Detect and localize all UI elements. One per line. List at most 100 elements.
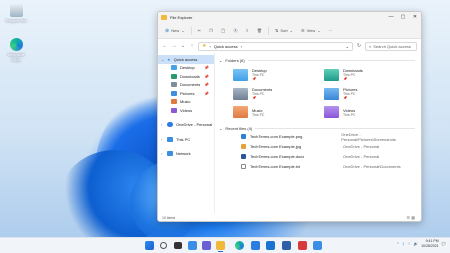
search-icon[interactable] [160,242,167,249]
recent-file-row[interactable]: TechTerms.com Example.jpg OneDrive - Per… [219,142,415,152]
notification-icon[interactable]: 💬 [442,242,446,246]
cut-button[interactable]: ✂ [196,27,203,34]
volume-icon[interactable]: 🔊 [414,242,418,246]
folder-tile-documents[interactable]: Documents This PC 📌 [233,87,324,100]
bluetooth-icon[interactable]: ᛒ [402,242,404,246]
folder-tile-downloads[interactable]: Downloads This PC 📌 [324,68,415,81]
new-label: New [171,28,180,33]
collapse-chevron-icon[interactable]: ⌄ [219,58,222,63]
chat-icon[interactable] [202,241,211,250]
nav-item-downloads[interactable]: Downloads 📌 [158,72,214,81]
back-arrow-icon[interactable]: ← [162,43,168,49]
file-explorer-icon[interactable] [216,241,225,250]
recent-locations-chevron-icon[interactable]: ⌄ [180,43,186,49]
nav-item-onedrive[interactable]: › OneDrive - Personal [158,121,214,130]
nav-item-pictures[interactable]: Pictures 📌 [158,89,214,98]
star-icon: ★ [167,56,171,62]
rename-button[interactable]: Ⓐ [232,27,240,35]
view-icon: ☰ [301,28,305,33]
more-options-button[interactable]: ··· [327,27,335,34]
nav-item-label: Pictures [180,90,195,96]
pin-icon: 📌 [343,77,348,81]
photos-icon[interactable] [313,241,322,250]
nav-item-music[interactable]: Music [158,98,214,107]
breadcrumb[interactable]: Quick access [214,44,238,49]
copy-button[interactable]: ❐ [207,27,215,34]
expand-chevron-icon[interactable]: › [161,122,162,127]
mail-icon[interactable] [266,241,275,250]
expand-chevron-icon[interactable]: ⌄ [161,57,164,62]
expand-chevron-icon[interactable]: › [161,151,162,156]
recent-file-row[interactable]: TechTerms.com Example.docx OneDrive - Pe… [219,152,415,162]
window-title: File Explorer [170,15,193,20]
delete-button[interactable]: 🗑 [255,27,264,34]
expand-chevron-icon[interactable]: › [161,137,162,142]
tiles-view-icon[interactable]: ▦ [411,215,415,220]
widgets-icon[interactable] [188,241,197,250]
nav-item-this-pc[interactable]: › This PC [158,135,214,144]
title-bar[interactable]: File Explorer — ▢ ✕ [158,12,421,23]
recycle-bin-icon[interactable]: Recycle Bin [3,4,29,23]
store-icon[interactable] [251,241,260,250]
folder-tile-pictures[interactable]: Pictures This PC 📌 [324,87,415,100]
search-box[interactable]: ⌕ Search Quick access [365,41,417,51]
share-icon: ⇪ [245,28,249,33]
file-location: OneDrive - Personal [343,144,380,150]
recent-file-row[interactable]: TechTerms.com Example.txt OneDrive - Per… [219,161,415,171]
image-file-icon [241,134,246,140]
address-row: ← → ⌄ ↑ ★ › Quick access › ⌄ ↻ ⌕ Search … [158,39,421,53]
pin-icon: 📌 [204,73,209,79]
sort-icon: ⇅ [274,28,279,33]
new-button[interactable]: ⊕ New ⌄ [163,27,187,35]
nav-item-videos[interactable]: Videos [158,106,214,115]
folder-tile-music[interactable]: Music This PC [233,106,324,118]
details-view-icon[interactable]: ☰ [407,215,411,220]
view-button[interactable]: ☰ View ⌄ [299,27,323,34]
nav-item-desktop[interactable]: Desktop 📌 [158,64,214,73]
folder-tile-videos[interactable]: Videos This PC [324,106,415,118]
close-button[interactable]: ✕ [409,12,421,23]
minimize-button[interactable]: — [385,12,397,23]
up-arrow-icon[interactable]: ↑ [189,43,195,49]
folder-tile-desktop[interactable]: Desktop This PC 📌 [233,68,324,81]
nav-item-network[interactable]: › Network [158,150,214,159]
clock[interactable]: 9:41 PM 10/28/2021 [421,239,439,249]
desktop-icon-label: Recycle Bin [5,18,27,23]
collapse-chevron-icon[interactable]: ⌄ [219,126,222,131]
section-title: Folders (6) [225,57,245,63]
lens-icon[interactable] [282,241,291,250]
music-folder-icon [233,106,248,118]
nav-item-documents[interactable]: Documents 📌 [158,81,214,90]
nav-item-quick-access[interactable]: ⌄ ★ Quick access [158,55,214,64]
forward-arrow-icon[interactable]: → [171,43,177,49]
desktop-icon-label: Microsoft Edge [7,52,25,62]
share-button[interactable]: ⇪ [244,27,251,34]
start-icon[interactable] [145,241,154,250]
file-location: OneDrive - Personal [343,153,380,159]
folders-section-header[interactable]: ⌄ Folders (6) [219,56,415,64]
recent-section-header[interactable]: ⌄ Recent files (4) [219,124,415,132]
address-dropdown-icon[interactable]: ⌄ [346,44,349,49]
section-divider [247,59,415,61]
sort-button[interactable]: ⇅ Sort ⌄ [273,27,295,34]
wifi-icon[interactable]: ⌔ [407,242,410,247]
file-location: OneDrive - Personal\Pictures\Screenshots [341,131,396,142]
edge-icon[interactable] [235,241,244,250]
refresh-icon[interactable]: ↻ [356,43,362,49]
edge-desktop-icon[interactable]: Microsoft Edge [3,38,29,62]
section-divider [255,127,415,129]
file-name: TechTerms.com Example.docx [250,153,305,159]
maximize-button[interactable]: ▢ [397,12,409,23]
view-toggle[interactable]: ☰ ▦ [407,215,416,220]
acrobat-icon[interactable] [298,241,307,250]
address-bar[interactable]: ★ › Quick access › ⌄ [198,41,353,51]
explorer-body: ⌄ ★ Quick access Desktop 📌 Downloads 📌 D… [158,53,421,213]
paste-button[interactable]: 📋 [219,27,228,34]
chevron-up-icon[interactable]: ⌃ [396,242,399,246]
chevron-down-icon: ⌄ [317,28,321,33]
recent-file-row[interactable]: TechTerms.com Example.png OneDrive - Per… [219,132,415,142]
nav-item-label: Quick access [173,56,198,62]
nav-item-label: Music [180,99,191,105]
task-view-icon[interactable] [174,242,182,249]
chevron-down-icon: ⌄ [289,28,294,33]
